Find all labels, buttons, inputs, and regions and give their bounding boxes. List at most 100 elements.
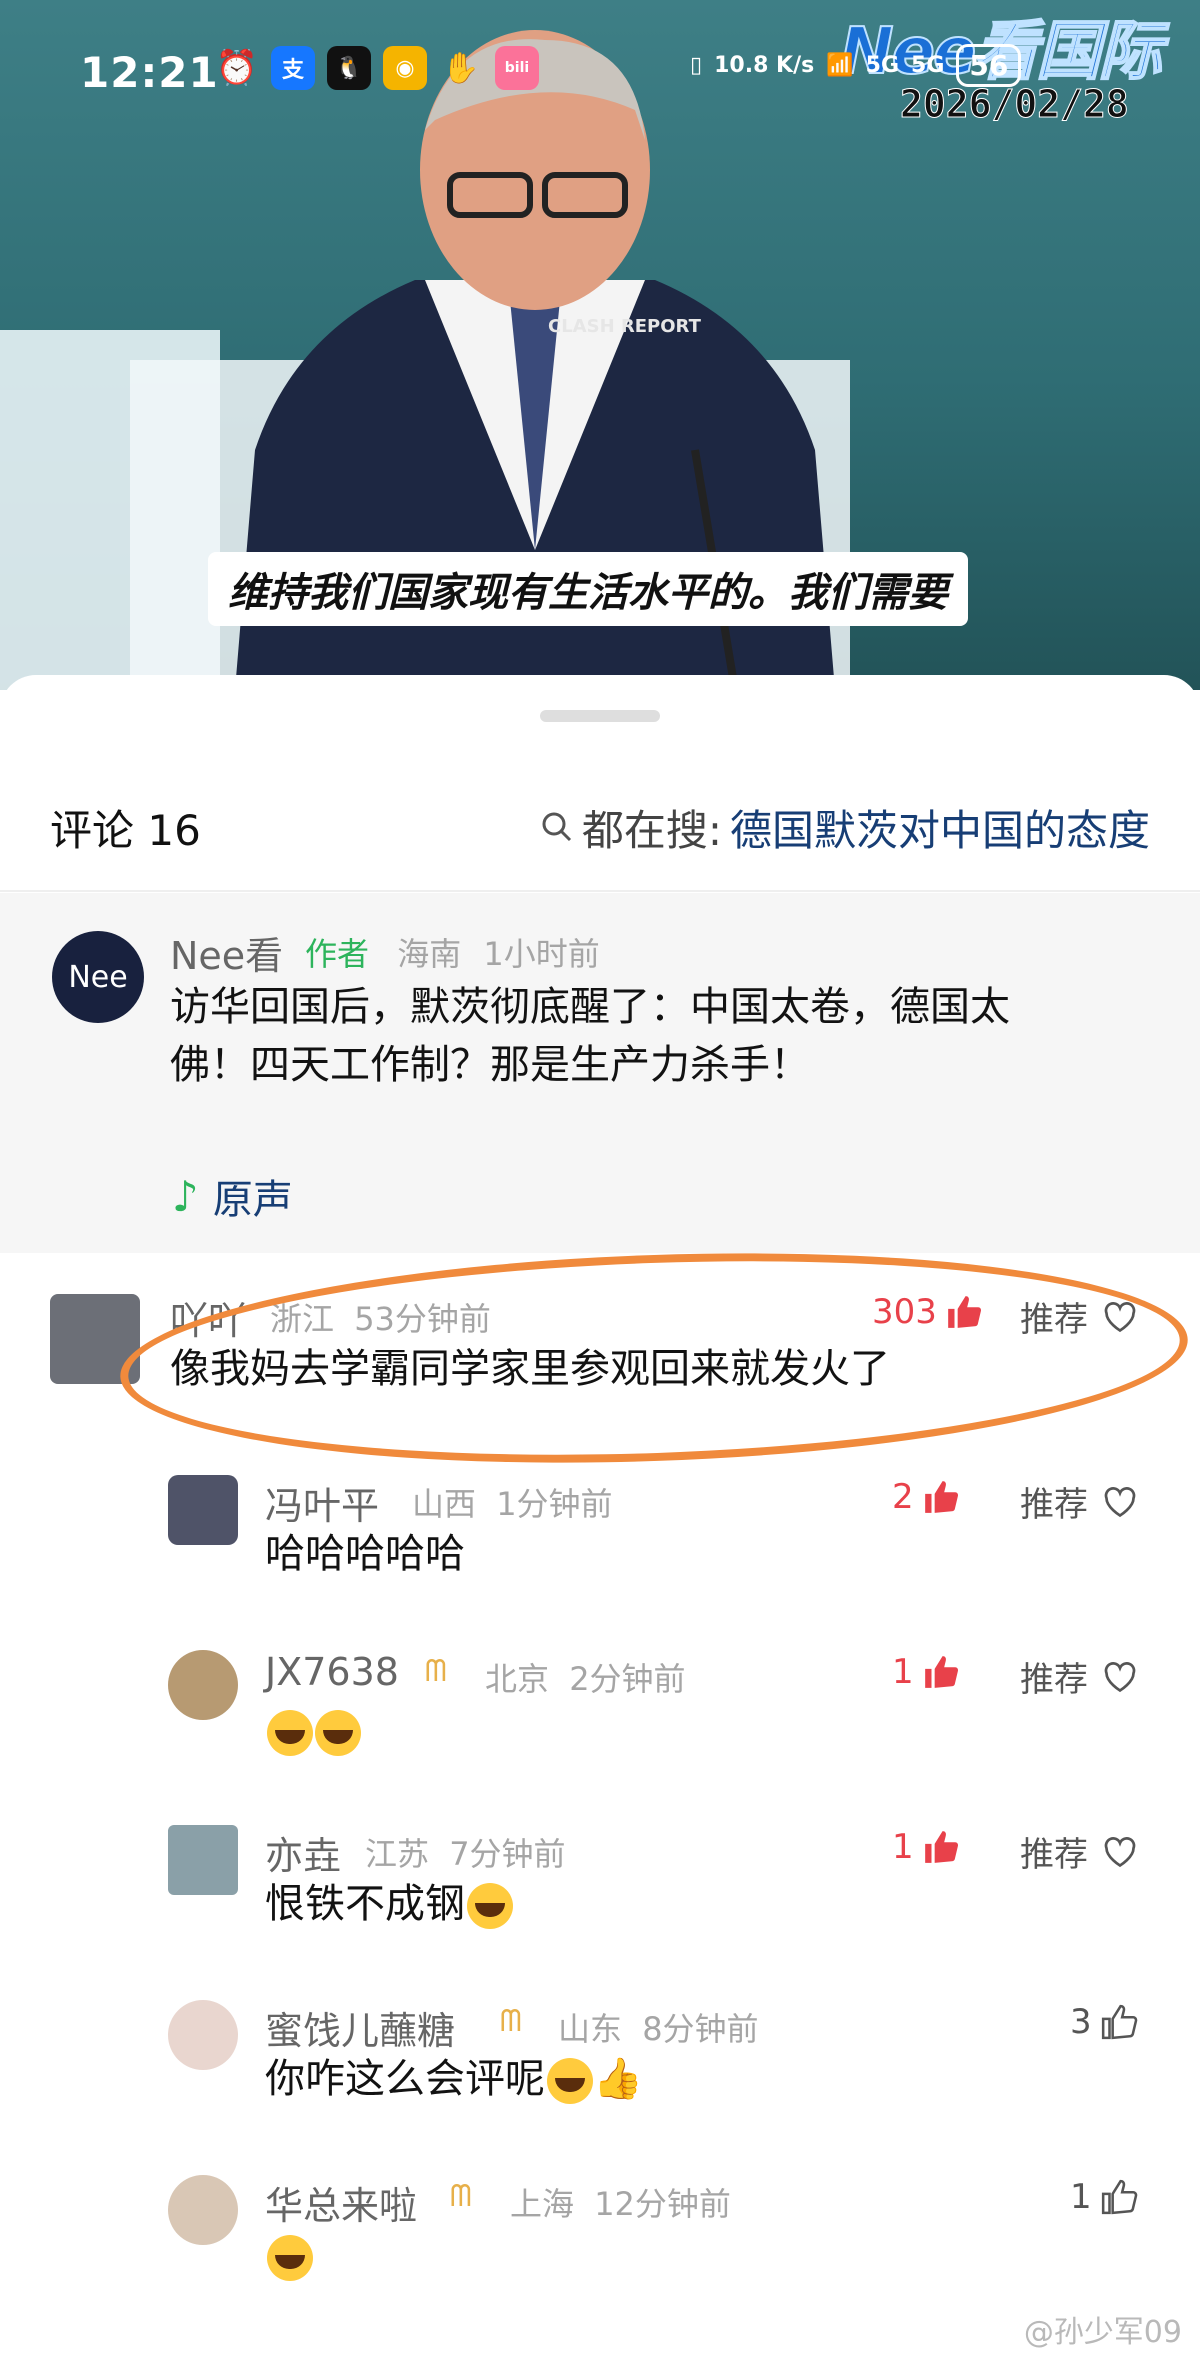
laugh-cry-emoji-icon: [267, 2235, 313, 2281]
commenter-name[interactable]: 冯叶平: [265, 1475, 379, 1530]
timestamp: 1小时前: [483, 935, 600, 973]
comment-meta: 浙江 53分钟前: [270, 1294, 491, 1340]
laugh-cry-emoji-icon: [547, 2058, 593, 2104]
timestamp: 8分钟前: [642, 2010, 759, 2048]
comment-emoji-row: [265, 1710, 361, 1756]
like-button[interactable]: 2: [892, 1477, 960, 1517]
like-count: 1: [892, 1652, 914, 1692]
comment-emoji-row: [265, 2235, 313, 2281]
vip-badge-icon: ᗰ: [500, 2004, 522, 2039]
alipay-icon: 支: [271, 46, 315, 90]
search-term[interactable]: 德国默茨对中国的态度: [730, 797, 1150, 858]
commenter-name[interactable]: JX7638: [265, 1650, 399, 1694]
video-subtitle: 维持我们国家现有生活水平的。我们需要: [208, 552, 968, 626]
avatar[interactable]: [168, 2000, 238, 2070]
comments-title: 评论 16: [50, 805, 201, 855]
vibrate-icon: ▯: [690, 53, 703, 78]
commenter-name[interactable]: 华总来啦: [265, 2175, 417, 2230]
like-button[interactable]: 303: [872, 1292, 983, 1332]
location: 北京: [485, 1660, 550, 1698]
author-meta: 作者 海南 1小时前: [305, 929, 600, 975]
location: 山西: [412, 1485, 477, 1523]
comment-meta: 上海 12分钟前: [510, 2179, 731, 2225]
avatar[interactable]: [168, 1475, 238, 1545]
video-watermark: CLASH REPORT: [548, 316, 701, 337]
timestamp: 1分钟前: [496, 1485, 613, 1523]
original-sound-link[interactable]: ♪ 原声: [172, 1167, 293, 1225]
like-button[interactable]: 1: [892, 1827, 960, 1867]
bilibili-icon: bili: [495, 46, 539, 90]
signal-label-a: 5G: [865, 53, 900, 78]
battery-indicator: 56: [956, 44, 1022, 87]
thumb-up-outline-icon: [1101, 2004, 1137, 2040]
post-text: 访华回国后，默茨彻底醒了：中国太卷，德国太 佛！四天工作制？那是生产力杀手！: [170, 978, 1010, 1094]
like-count: 1: [892, 1827, 914, 1867]
qq-icon: 🐧: [327, 46, 371, 90]
thumb-up-outline-icon: [1101, 2179, 1137, 2215]
vip-badge-icon: ᗰ: [425, 1654, 447, 1689]
video-player[interactable]: CLASH REPORT Nee看国际 2026/02/28 12:21 ⏰ 支…: [0, 0, 1200, 690]
location: 山东: [558, 2010, 623, 2048]
laugh-cry-emoji-icon: [467, 1883, 513, 1929]
commenter-name[interactable]: 亦垚: [265, 1825, 341, 1880]
thumb-up-icon: [924, 1656, 958, 1688]
avatar[interactable]: Nee: [52, 931, 144, 1023]
divider: [0, 890, 1200, 892]
thumb-up-icon: [948, 1296, 981, 1328]
drag-handle[interactable]: [540, 710, 660, 722]
avatar[interactable]: [168, 1825, 238, 1895]
original-sound-label: 原声: [212, 1177, 293, 1223]
laugh-cry-emoji-icon: [315, 1710, 361, 1756]
recommend-button[interactable]: 推荐: [1020, 1827, 1138, 1876]
recommend-button[interactable]: 推荐: [1020, 1652, 1138, 1701]
author-name[interactable]: Nee看: [170, 925, 283, 980]
commenter-name[interactable]: 蜜饯儿蘸糖: [265, 2000, 455, 2055]
comment-text: 恨铁不成钢: [265, 1875, 513, 1933]
comment-text-content: 恨铁不成钢: [265, 1881, 465, 1927]
music-note-icon: ♪: [172, 1171, 199, 1221]
heart-icon: [1104, 1301, 1136, 1332]
comment-text: 像我妈去学霸同学家里参观回来就发火了: [170, 1346, 890, 1392]
thumb-up-icon: [924, 1481, 958, 1513]
comment-meta: 山西 1分钟前: [412, 1479, 613, 1525]
comment-text-content: 你咋这么会评呢: [265, 2056, 545, 2102]
comment-text: 哈哈哈哈哈: [265, 1531, 465, 1577]
like-button[interactable]: 3: [1070, 2002, 1138, 2042]
thumbs-up-emoji-icon: 👍: [593, 2056, 643, 2102]
recommend-button[interactable]: 推荐: [1020, 1477, 1138, 1526]
avatar[interactable]: [168, 2175, 238, 2245]
heart-icon: [1104, 1661, 1136, 1692]
avatar[interactable]: [50, 1294, 140, 1384]
signal-label-b: 5G: [911, 53, 945, 78]
avatar[interactable]: [168, 1650, 238, 1720]
wifi-icon: 📶: [826, 53, 854, 78]
search-icon: [542, 812, 571, 842]
recommend-label: 推荐: [1020, 1660, 1088, 1700]
laugh-cry-emoji-icon: [267, 1710, 313, 1756]
commenter-name[interactable]: 吖吖: [170, 1290, 246, 1345]
status-bar: 12:21 ⏰ 支 🐧 ◉ ✋ bili ▯ 10.8 K/s 📶 5G 5G …: [0, 0, 1200, 120]
like-count: 303: [872, 1292, 937, 1332]
hot-search-link[interactable]: 都在搜: 德国默茨对中国的态度: [540, 797, 1150, 858]
vip-badge-icon: ᗰ: [450, 2179, 472, 2214]
timestamp: 7分钟前: [449, 1835, 566, 1873]
comment-text: 你咋这么会评呢 👍: [265, 2050, 643, 2108]
location: 海南: [397, 935, 462, 973]
like-button[interactable]: 1: [892, 1652, 960, 1692]
location: 上海: [510, 2185, 575, 2223]
footer-watermark: @孙少军09: [1023, 2315, 1182, 2350]
thumb-up-icon: [924, 1831, 958, 1863]
like-button[interactable]: 1: [1070, 2177, 1138, 2217]
net-speed: 10.8 K/s: [714, 53, 815, 78]
location: 浙江: [270, 1300, 335, 1338]
like-count: 2: [892, 1477, 914, 1517]
notification-icons: ⏰ 支 🐧 ◉ ✋ bili: [215, 46, 539, 90]
author-badge: 作者: [305, 935, 370, 973]
status-time: 12:21: [80, 48, 219, 97]
author-post: Nee Nee看 作者 海南 1小时前 访华回国后，默茨彻底醒了：中国太卷，德国…: [0, 893, 1200, 1253]
heart-icon: [1104, 1836, 1136, 1867]
comment-meta: 北京 2分钟前: [485, 1654, 686, 1700]
timestamp: 12分钟前: [594, 2185, 731, 2223]
recommend-button[interactable]: 推荐: [1020, 1292, 1138, 1341]
alarm-icon: ⏰: [215, 48, 259, 88]
